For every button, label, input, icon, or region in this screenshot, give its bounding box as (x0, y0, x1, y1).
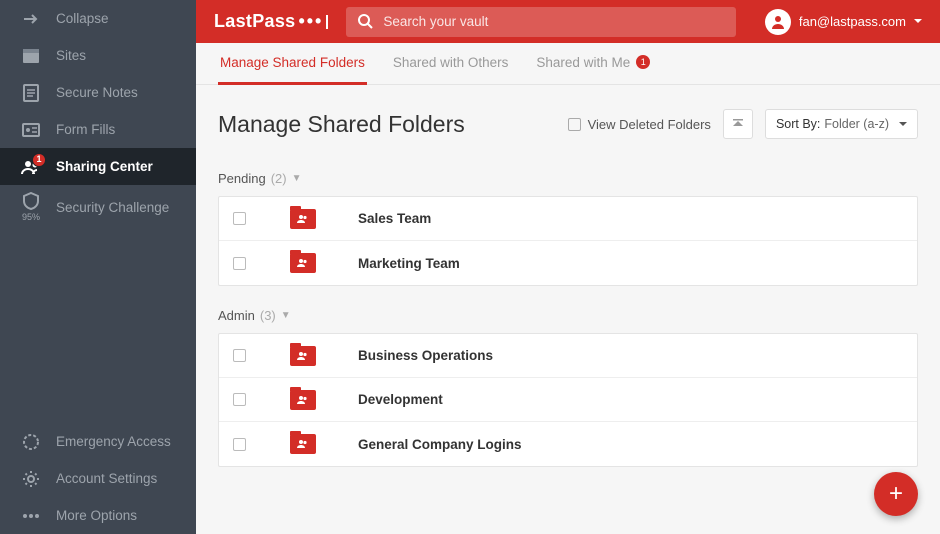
collapse-button[interactable]: Collapse (0, 0, 196, 37)
folder-row[interactable]: Marketing Team (219, 241, 917, 285)
secure-notes-icon (20, 84, 42, 102)
checkbox[interactable] (233, 212, 246, 225)
sidebar-item-security-challenge[interactable]: 95% Security Challenge (0, 185, 196, 229)
search-input[interactable] (383, 14, 724, 29)
section-name: Admin (218, 308, 255, 323)
section-count: (3) (260, 308, 276, 323)
sidebar-bottom: Emergency Access Account Settings More O… (0, 423, 196, 534)
sort-label: Sort By: (776, 117, 820, 131)
shared-folder-icon (290, 346, 316, 366)
topbar: LastPass ••• fan@lastpass.com (196, 0, 940, 43)
search-icon (358, 14, 373, 29)
folder-name: Marketing Team (358, 256, 460, 271)
tab-shared-with-others[interactable]: Shared with Others (391, 43, 511, 85)
collapse-all-button[interactable] (723, 109, 753, 139)
logo-cursor (326, 15, 328, 29)
sidebar-item-emergency-access[interactable]: Emergency Access (0, 423, 196, 460)
caret-down-icon: ▼ (292, 173, 302, 184)
view-deleted-label: View Deleted Folders (588, 117, 711, 132)
sort-dropdown[interactable]: Sort By: Folder (a-z) (765, 109, 918, 139)
sidebar-item-label: Security Challenge (56, 200, 169, 215)
folder-list: Business Operations Development General Co… (218, 333, 918, 467)
page-header: Manage Shared Folders View Deleted Folde… (196, 85, 940, 149)
view-deleted-toggle[interactable]: View Deleted Folders (568, 117, 711, 132)
sidebar-item-secure-notes[interactable]: Secure Notes (0, 74, 196, 111)
checkbox[interactable] (233, 257, 246, 270)
tab-manage-shared-folders[interactable]: Manage Shared Folders (218, 43, 367, 85)
folder-list: Sales Team Marketing Team (218, 196, 918, 286)
shared-folder-icon (290, 253, 316, 273)
sites-icon (20, 48, 42, 64)
folder-row[interactable]: Business Operations (219, 334, 917, 378)
content-area: Manage Shared Folders Shared with Others… (196, 43, 940, 534)
add-button[interactable]: + (874, 472, 918, 516)
collapse-icon (20, 12, 42, 26)
folder-name: Development (358, 392, 443, 407)
folder-row[interactable]: General Company Logins (219, 422, 917, 466)
sidebar-item-account-settings[interactable]: Account Settings (0, 460, 196, 497)
shared-folder-icon (290, 390, 316, 410)
sidebar-item-label: Form Fills (56, 122, 115, 137)
user-menu[interactable]: fan@lastpass.com (765, 9, 922, 35)
folder-name: Business Operations (358, 348, 493, 363)
logo-dots: ••• (298, 11, 323, 32)
tab-bar: Manage Shared Folders Shared with Others… (196, 43, 940, 85)
gear-icon (20, 470, 42, 488)
checkbox[interactable] (233, 349, 246, 362)
sort-value: Folder (a-z) (824, 117, 889, 131)
section-count: (2) (271, 171, 287, 186)
tab-shared-with-me[interactable]: Shared with Me 1 (534, 43, 652, 85)
sidebar-item-label: Sharing Center (56, 159, 153, 174)
logo-text: LastPass (214, 11, 295, 32)
form-fills-icon (20, 123, 42, 137)
page-title: Manage Shared Folders (218, 111, 556, 138)
search-box[interactable] (346, 7, 736, 37)
folder-section: Pending (2) ▼ Sales Team Marketing Team (196, 171, 940, 286)
sharing-center-icon: 1 (20, 159, 42, 175)
shared-folder-icon (290, 434, 316, 454)
sidebar-item-form-fills[interactable]: Form Fills (0, 111, 196, 148)
caret-down-icon: ▼ (281, 310, 291, 321)
caret-down-icon (914, 19, 922, 24)
sidebar-item-label: Secure Notes (56, 85, 138, 100)
security-challenge-icon: 95% (20, 192, 42, 222)
emergency-access-icon (20, 433, 42, 451)
sidebar: Collapse Sites Secure Notes Form Fills 1… (0, 0, 196, 534)
section-name: Pending (218, 171, 266, 186)
sidebar-item-sharing-center[interactable]: 1 Sharing Center (0, 148, 196, 185)
plus-icon: + (889, 480, 903, 508)
shared-folder-icon (290, 209, 316, 229)
sidebar-item-more-options[interactable]: More Options (0, 497, 196, 534)
caret-down-icon (899, 122, 907, 127)
collapse-label: Collapse (56, 11, 109, 26)
tab-label: Manage Shared Folders (220, 55, 365, 70)
security-challenge-percent: 95% (20, 212, 42, 222)
tab-badge: 1 (636, 55, 650, 69)
folder-row[interactable]: Development (219, 378, 917, 422)
sidebar-item-label: More Options (56, 508, 137, 523)
sharing-center-badge: 1 (32, 153, 46, 167)
folder-name: General Company Logins (358, 437, 522, 452)
avatar-icon (765, 9, 791, 35)
tab-label: Shared with Others (393, 55, 509, 70)
logo: LastPass ••• (214, 11, 328, 32)
sidebar-item-sites[interactable]: Sites (0, 37, 196, 74)
folder-name: Sales Team (358, 211, 431, 226)
tab-label: Shared with Me (536, 55, 630, 70)
more-icon (20, 513, 42, 519)
user-email: fan@lastpass.com (799, 14, 906, 29)
sidebar-item-label: Account Settings (56, 471, 157, 486)
sidebar-item-label: Sites (56, 48, 86, 63)
section-header[interactable]: Pending (2) ▼ (218, 171, 918, 186)
sidebar-item-label: Emergency Access (56, 434, 171, 449)
checkbox[interactable] (233, 393, 246, 406)
checkbox[interactable] (233, 438, 246, 451)
checkbox-icon (568, 118, 581, 131)
section-header[interactable]: Admin (3) ▼ (218, 308, 918, 323)
folder-section: Admin (3) ▼ Business Operations Developmen… (196, 308, 940, 467)
folder-row[interactable]: Sales Team (219, 197, 917, 241)
